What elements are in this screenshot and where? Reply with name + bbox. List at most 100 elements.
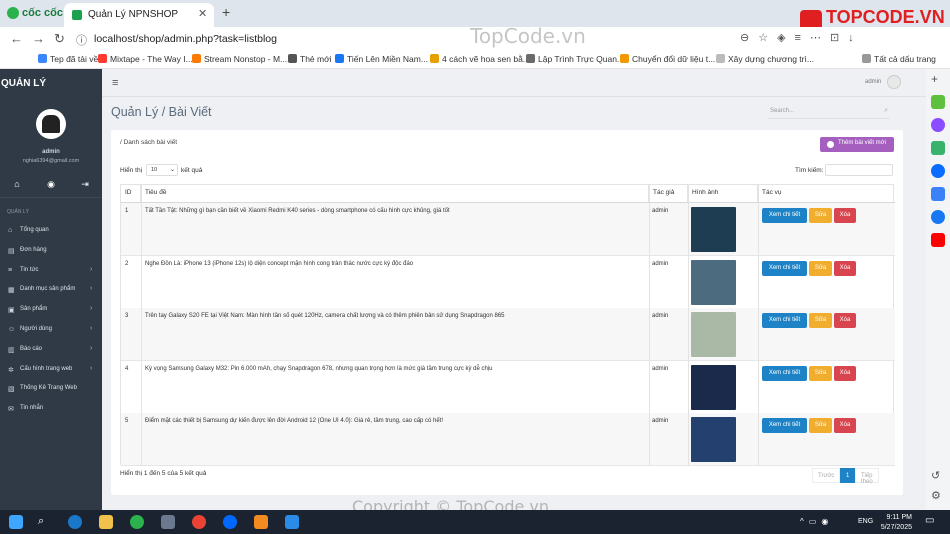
sidebar-item[interactable]: ▣ Sản phẩm › xyxy=(0,301,102,320)
view-button[interactable]: Xem chi tiết xyxy=(762,208,807,223)
sidebar-item[interactable]: ▦ Danh mục sản phẩm › xyxy=(0,281,102,300)
zalo-taskbar-icon[interactable] xyxy=(223,515,237,529)
sidebar-item[interactable]: ✉ Tin nhắn xyxy=(0,400,102,419)
bookmark-item[interactable]: Tep đã tải về xyxy=(38,54,98,64)
file-explorer-icon[interactable] xyxy=(99,515,113,529)
table-row: 2 Nghe Đồn Là: iPhone 13 (iPhone 12s) lộ … xyxy=(121,256,895,309)
edit-button[interactable]: Sửa xyxy=(809,313,832,329)
bookmark-item[interactable]: Lập Trình Trực Quan... xyxy=(526,54,624,64)
reload-icon[interactable]: ↻ xyxy=(54,31,65,47)
forward-icon[interactable]: → xyxy=(32,31,45,46)
edit-button[interactable]: Sửa xyxy=(809,208,832,223)
header-username[interactable]: admin xyxy=(865,79,881,85)
pager-next[interactable]: Tiếp theo xyxy=(855,468,879,485)
new-tab-button[interactable]: + xyxy=(222,4,230,20)
sidebar-title[interactable]: QUẢN LÝ xyxy=(1,78,46,89)
search-placeholder: Search... xyxy=(770,108,795,114)
system-tray-icons[interactable]: ^▭◉ xyxy=(800,517,833,526)
page-length-prefix: Hiển thị xyxy=(120,167,143,174)
column-header-author[interactable]: Tác giả xyxy=(649,185,688,202)
active-tab[interactable]: Quản Lý NPNSHOP ✕ xyxy=(64,3,214,27)
view-button[interactable]: Xem chi tiết xyxy=(762,365,807,381)
facebook-icon[interactable] xyxy=(931,210,945,224)
column-header-title[interactable]: Tiêu đề xyxy=(141,185,649,202)
column-header-id[interactable]: ID xyxy=(121,185,141,202)
delete-button[interactable]: Xóa xyxy=(834,260,856,276)
messenger-icon[interactable] xyxy=(931,118,945,132)
sidebar-item[interactable]: ▥ Báo cáo › xyxy=(0,341,102,360)
sidebar-item[interactable]: ⌂ Tổng quan xyxy=(0,222,102,241)
sidebar-item[interactable]: ≡ Tin tức › xyxy=(0,262,102,281)
bookmark-item[interactable]: Chuyển đổi dữ liệu t... xyxy=(620,54,715,64)
history-icon[interactable]: ↺ xyxy=(931,469,945,483)
row-author: admin xyxy=(652,208,669,214)
all-bookmarks[interactable]: Tất cả dấu trang xyxy=(862,54,936,64)
delete-button[interactable]: Xóa xyxy=(834,365,856,381)
eye-icon[interactable]: ◉ xyxy=(43,179,59,193)
translate-icon[interactable] xyxy=(931,187,945,201)
edit-button[interactable]: Sửa xyxy=(809,418,832,434)
pager-prev[interactable]: Trước xyxy=(812,468,841,483)
view-button[interactable]: Xem chi tiết xyxy=(762,260,807,276)
ai-icon[interactable] xyxy=(931,95,945,109)
logout-icon[interactable]: ⇥ xyxy=(77,179,93,193)
bookmark-item[interactable]: Thẻ mới xyxy=(288,54,332,64)
page-length-select[interactable]: 10 ⌄ xyxy=(146,164,178,176)
app-icon[interactable] xyxy=(68,515,82,529)
bookmark-item[interactable]: Mixtape - The Way I... xyxy=(98,54,193,64)
app-icon[interactable] xyxy=(161,515,175,529)
header-avatar[interactable] xyxy=(887,75,901,89)
row-author: admin xyxy=(652,418,669,425)
sidebar-item[interactable]: ☺ Người dùng › xyxy=(0,321,102,340)
plus-icon[interactable]: + xyxy=(931,72,945,86)
posts-table: ID Tiêu đề Tác giả Hình ảnh Tác vụ 1 Tất … xyxy=(120,184,895,467)
zalo-icon[interactable] xyxy=(931,164,945,178)
search-taskbar-icon[interactable]: ⌕ xyxy=(38,515,52,529)
sidebar-item[interactable]: ▧ Thống Kê Trang Web xyxy=(0,380,102,399)
delete-button[interactable]: Xóa xyxy=(834,208,856,223)
youtube-icon[interactable] xyxy=(931,233,945,247)
edit-button[interactable]: Sửa xyxy=(809,365,832,381)
view-button[interactable]: Xem chi tiết xyxy=(762,418,807,434)
url-text[interactable]: localhost/shop/admin.php?task=listblog xyxy=(94,33,277,45)
xampp-icon[interactable] xyxy=(254,515,268,529)
sidebar-item-icon: ✲ xyxy=(8,366,14,374)
bookmark-item[interactable]: Xây dựng chương trì... xyxy=(716,54,814,64)
pager-current[interactable]: 1 xyxy=(840,468,856,483)
bookmark-item[interactable]: Stream Nonstop - M... xyxy=(192,54,287,64)
sidebar-item[interactable]: ▤ Đơn hàng xyxy=(0,242,102,261)
extension-green-icon[interactable] xyxy=(931,141,945,155)
tab-close-icon[interactable]: ✕ xyxy=(198,7,207,20)
toolbar-icons[interactable]: ⊖☆◈≡⋯⊡↓ xyxy=(740,31,863,44)
bookmark-item[interactable]: 4 cách vẽ hoa sen bằ... xyxy=(430,54,530,64)
column-header-image[interactable]: Hình ảnh xyxy=(688,185,758,202)
vscode-icon[interactable] xyxy=(285,515,299,529)
back-icon[interactable]: ← xyxy=(10,31,23,46)
site-info-icon[interactable]: ⓘ xyxy=(76,32,87,48)
post-thumbnail xyxy=(691,364,736,410)
search-input[interactable]: Search... ⌕ xyxy=(768,107,890,119)
search-icon[interactable]: ⌕ xyxy=(884,107,888,115)
delete-button[interactable]: Xóa xyxy=(834,418,856,434)
windows-start-icon[interactable] xyxy=(9,515,23,529)
notification-icon[interactable]: ▭ xyxy=(925,515,939,529)
table-search-input[interactable] xyxy=(825,164,893,176)
sidebar-item[interactable]: ✲ Cấu hình trang web › xyxy=(0,361,102,380)
chevron-right-icon: › xyxy=(90,305,93,313)
view-button[interactable]: Xem chi tiết xyxy=(762,313,807,329)
bookmark-icon xyxy=(288,54,297,63)
add-post-button[interactable]: Thêm bài viết mới xyxy=(820,137,894,152)
settings-gear-icon[interactable]: ⚙ xyxy=(931,489,945,503)
hamburger-icon[interactable]: ≡ xyxy=(112,77,118,89)
clock[interactable]: 9:11 PM 5/27/2025 xyxy=(880,513,912,533)
delete-button[interactable]: Xóa xyxy=(834,313,856,329)
language-indicator[interactable]: ENG xyxy=(858,518,873,525)
url-box[interactable]: ⓘ localhost/shop/admin.php?task=listblog xyxy=(72,30,682,49)
home-icon[interactable]: ⌂ xyxy=(9,179,25,193)
sidebar-item-icon: ▤ xyxy=(8,247,15,255)
chrome-icon[interactable] xyxy=(192,515,206,529)
edit-button[interactable]: Sửa xyxy=(809,260,832,276)
coccoc-taskbar-icon[interactable] xyxy=(130,515,144,529)
column-header-actions[interactable]: Tác vụ xyxy=(758,185,895,202)
bookmark-item[interactable]: Tiến Lên Miền Nam... xyxy=(335,54,428,64)
